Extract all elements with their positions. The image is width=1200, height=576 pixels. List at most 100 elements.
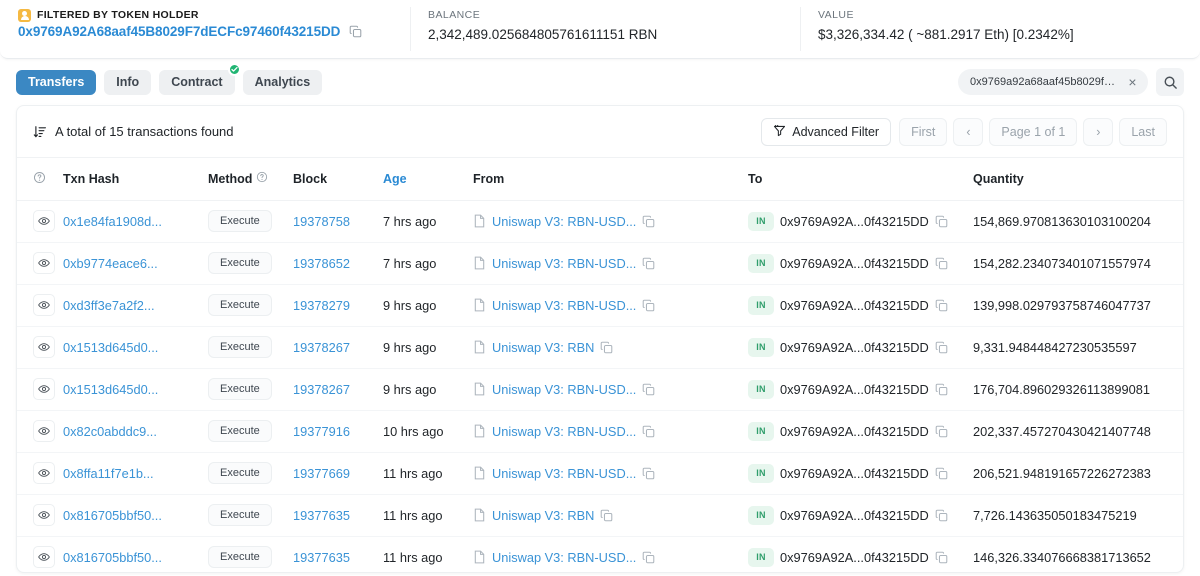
tab-contract[interactable]: Contract [159,62,241,95]
txn-hash-link[interactable]: 0x8ffa11f7e1b... [63,466,154,481]
from-address-link[interactable]: Uniswap V3: RBN-USD... [492,256,636,271]
txn-hash-link[interactable]: 0x1513d645d0... [63,382,158,397]
copy-icon[interactable] [642,299,655,312]
block-link[interactable]: 19377669 [293,466,350,481]
from-address-link[interactable]: Uniswap V3: RBN-USD... [492,550,636,565]
txn-hash-link[interactable]: 0x816705bbf50... [63,508,162,523]
eye-icon[interactable] [33,336,55,358]
copy-icon[interactable] [600,509,613,522]
eye-icon[interactable] [33,462,55,484]
copy-icon[interactable] [935,467,948,480]
question-circle-icon[interactable] [33,171,46,187]
pagination-next[interactable]: › [1083,117,1114,146]
copy-icon[interactable] [600,341,613,354]
eye-icon[interactable] [33,252,55,274]
age-text: 11 hrs ago [383,507,443,523]
txn-hash-link[interactable]: 0x82c0abddc9... [63,424,157,439]
cell-from: Uniswap V3: RBN-USD... [473,200,748,243]
from-address-link[interactable]: Uniswap V3: RBN-USD... [492,382,636,397]
table-body: 0x1e84fa1908d... Execute 19378758 7 hrs ago… [17,200,1183,572]
copy-icon[interactable] [935,509,948,522]
copy-icon[interactable] [642,257,655,270]
panel-toolbar: A total of 15 transactions found Advance… [17,106,1183,158]
from-address-link[interactable]: Uniswap V3: RBN [492,508,594,523]
pagination-first[interactable]: First [899,117,948,146]
block-link[interactable]: 19377635 [293,550,350,565]
copy-icon[interactable] [935,425,948,438]
table-header: Txn Hash Method Block Age From To Quanti… [17,158,1183,201]
quantity-value: 202,337.457270430421407748 [973,423,1151,439]
cell-to: IN 0x9769A92A...0f43215DD [748,452,973,495]
block-link[interactable]: 19378267 [293,340,350,355]
pagination-last[interactable]: Last [1119,117,1167,146]
tab-analytics[interactable]: Analytics [242,69,323,95]
copy-icon[interactable] [935,383,948,396]
cell-to: IN 0x9769A92A...0f43215DD [748,242,973,285]
eye-icon[interactable] [33,420,55,442]
from-address-link[interactable]: Uniswap V3: RBN-USD... [492,424,636,439]
copy-icon[interactable] [935,257,948,270]
quantity-value: 146,326.334076668381713652 [973,549,1151,565]
copy-icon[interactable] [935,551,948,564]
pagination-prev[interactable]: ‹ [953,117,984,146]
copy-icon[interactable] [642,467,655,480]
cell-quantity: 146,326.334076668381713652 [973,536,1183,572]
tab-info[interactable]: Info [104,69,152,95]
copy-icon[interactable] [642,551,655,564]
eye-icon[interactable] [33,210,55,232]
question-circle-icon[interactable] [256,171,268,186]
eye-icon[interactable] [33,546,55,569]
transfers-panel: A total of 15 transactions found Advance… [16,105,1184,573]
copy-icon[interactable] [935,341,948,354]
copy-icon[interactable] [642,383,655,396]
column-quantity: Quantity [973,158,1183,201]
block-link[interactable]: 19378652 [293,256,350,271]
eye-icon[interactable] [33,504,55,526]
column-age[interactable]: Age [383,158,473,201]
txn-hash-link[interactable]: 0x1e84fa1908d... [63,214,162,229]
cell-age: 7 hrs ago [383,242,473,285]
copy-icon[interactable] [642,425,655,438]
copy-icon[interactable] [935,299,948,312]
advanced-filter-button[interactable]: Advanced Filter [761,117,892,146]
quantity-value: 176,704.896029326113899081 [973,381,1150,397]
from-address-link[interactable]: Uniswap V3: RBN-USD... [492,214,636,229]
block-link[interactable]: 19377916 [293,424,350,439]
token-holder-address-link[interactable]: 0x9769A92A68aaf45B8029F7dECFc97460f43215… [18,24,340,39]
age-text: 7 hrs ago [383,213,437,229]
block-link[interactable]: 19378267 [293,382,350,397]
tab-info-label: Info [116,75,140,89]
from-address-link[interactable]: Uniswap V3: RBN-USD... [492,466,636,481]
txn-hash-link[interactable]: 0xb9774eace6... [63,256,158,271]
direction-badge: IN [748,505,774,525]
copy-icon[interactable] [642,215,655,228]
eye-icon[interactable] [33,378,55,400]
txn-hash-link[interactable]: 0x816705bbf50... [63,550,162,565]
close-icon[interactable]: × [1125,75,1140,90]
direction-badge: IN [748,463,774,483]
age-text: 7 hrs ago [383,255,437,271]
txn-hash-link[interactable]: 0xd3ff3e7a2f2... [63,298,155,313]
txn-hash-link[interactable]: 0x1513d645d0... [63,340,158,355]
pagination: First ‹ Page 1 of 1 › Last [899,117,1167,146]
cell-to: IN 0x9769A92A...0f43215DD [748,368,973,411]
from-address-link[interactable]: Uniswap V3: RBN-USD... [492,298,636,313]
cell-from: Uniswap V3: RBN-USD... [473,452,748,495]
cell-from: Uniswap V3: RBN-USD... [473,242,748,285]
eye-icon[interactable] [33,294,55,316]
search-icon[interactable] [1156,68,1184,96]
to-address: 0x9769A92A...0f43215DD [780,339,929,355]
cell-age: 11 hrs ago [383,452,473,495]
from-address-link[interactable]: Uniswap V3: RBN [492,340,594,355]
block-link[interactable]: 19377635 [293,508,350,523]
tab-transfers[interactable]: Transfers [16,69,97,95]
balance-value: 2,342,489.025684805761611151 RBN [428,27,658,42]
copy-icon[interactable] [935,215,948,228]
active-search-filter-pill[interactable]: 0x9769a92a68aaf45b8029f7d... × [958,69,1148,95]
age-text: 11 hrs ago [383,465,443,481]
copy-icon[interactable] [349,25,362,38]
block-link[interactable]: 19378758 [293,214,350,229]
method-badge: Execute [208,420,272,442]
block-link[interactable]: 19378279 [293,298,350,313]
panel-toolbar-actions: Advanced Filter First ‹ Page 1 of 1 › La… [761,117,1167,146]
